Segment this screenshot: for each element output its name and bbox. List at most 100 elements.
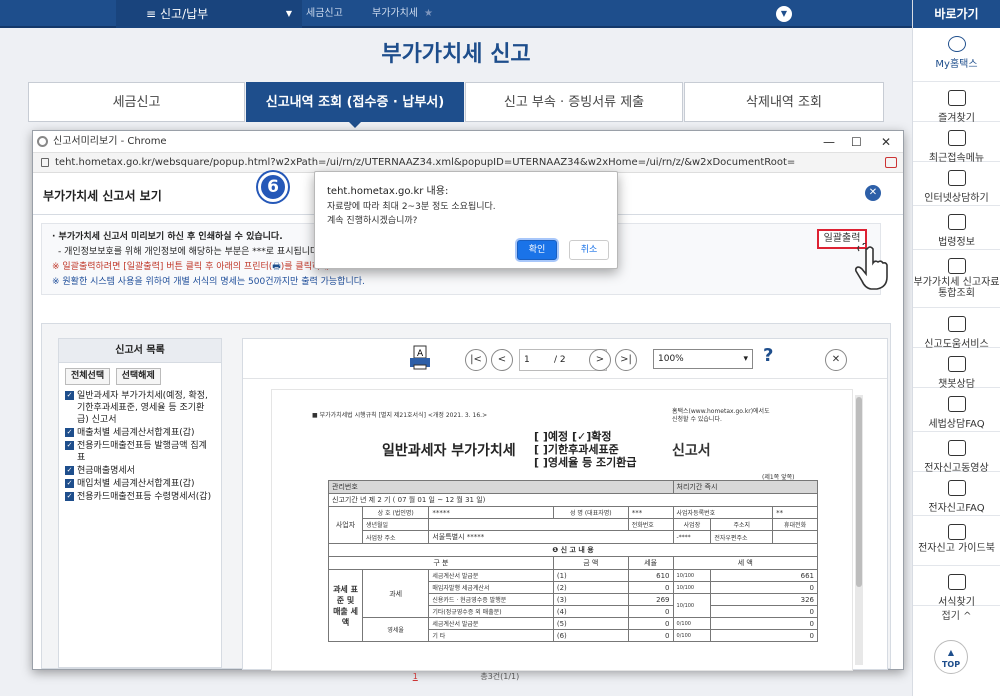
document-viewer: A |< < 1/ 2 > >| 100% ? ✕ ■ 부가가치세법 시행규칙 … — [242, 338, 888, 671]
popup-close-icon[interactable]: ✕ — [865, 185, 881, 201]
sidebar-item-tax-faq[interactable]: 세법상담FAQ — [913, 388, 1000, 432]
star-icon — [947, 90, 966, 106]
user-icon — [947, 36, 966, 52]
chat-bubble-icon — [947, 480, 966, 496]
popup-title: 부가가치세 신고서 보기 — [43, 189, 162, 203]
list-item[interactable]: ✓ 매입처별 세금계산서합계표(갑) — [59, 478, 221, 490]
prev-page-icon[interactable]: < — [491, 349, 513, 371]
checkbox-checked-icon[interactable]: ✓ — [65, 466, 74, 475]
form-list-panel: 신고서 목록 전체선택 선택해제 ✓ 일반과세자 부가가치세(예정, 확정, 기한… — [58, 338, 222, 668]
lock-icon — [41, 158, 49, 167]
recent-doc-icon — [947, 130, 966, 146]
list-item[interactable]: ✓ 전용카드매출전표등 수령명세서(갑) — [59, 491, 221, 503]
breadcrumb-item-1[interactable]: 세금신고 — [306, 0, 343, 28]
chevron-up-icon: ▲ — [947, 648, 955, 657]
viewer-scrollbar[interactable] — [855, 395, 863, 665]
form-title-right: 신고서 — [672, 443, 711, 459]
chatbot-icon — [947, 356, 966, 372]
dialog-message: 자료량에 따라 최대 2~3분 정도 소요됩니다. 계속 진행하시겠습니까? — [327, 202, 496, 226]
monitor-icon — [947, 170, 966, 186]
ok-button[interactable]: 확인 — [517, 240, 557, 260]
zoom-select[interactable]: 100% — [653, 349, 753, 369]
popup-blocked-icon[interactable] — [885, 157, 897, 168]
sidebar-item-online-consult[interactable]: 인터넷상담하기 — [913, 162, 1000, 206]
list-item[interactable]: ✓ 일반과세자 부가가치세(예정, 확정, 기한후과세표준, 영세율 등 조기환급… — [59, 390, 221, 426]
menu-select[interactable]: ≡ 신고/납부 ▼ — [116, 0, 302, 28]
sidebar-item-filing-video[interactable]: 전자신고동영상 — [913, 432, 1000, 474]
content-area: 신고서 목록 전체선택 선택해제 ✓ 일반과세자 부가가치세(예정, 확정, 기한… — [41, 323, 891, 671]
select-all-button[interactable]: 전체선택 — [65, 368, 111, 385]
chevron-down-icon[interactable]: ▼ — [776, 6, 792, 22]
first-page-icon[interactable]: |< — [465, 349, 487, 371]
document-icon — [947, 316, 966, 332]
cancel-button[interactable]: 취소 — [569, 240, 609, 260]
chat-bubble-icon — [947, 396, 966, 412]
left-background — [0, 28, 28, 696]
checkbox-checked-icon[interactable]: ✓ — [65, 428, 74, 437]
checkbox-checked-icon[interactable]: ✓ — [65, 492, 74, 501]
quick-links-header: 바로가기 — [913, 0, 1000, 28]
last-page-icon[interactable]: >| — [615, 349, 637, 371]
form-options: [ ]예정 [✓]확정 [ ]기한후과세표준 [ ]영세율 등 조기환급 — [534, 430, 637, 469]
deselect-button[interactable]: 선택해제 — [115, 368, 161, 385]
scrollbar-thumb[interactable] — [856, 397, 862, 587]
checkbox-checked-icon[interactable]: ✓ — [65, 441, 74, 450]
notice-line-4: ※ 원활한 시스템 사용을 위하여 개별 서식의 명세는 500건까지만 출력 … — [52, 277, 365, 287]
video-play-icon — [947, 440, 966, 456]
tab-attachments[interactable]: 신고 부속 · 증빙서류 제출 — [465, 82, 683, 122]
total-count: 총3건(1/1) — [480, 672, 520, 681]
window-title: 신고서미리보기 - Chrome — [53, 136, 167, 147]
form-list-title: 신고서 목록 — [59, 339, 221, 363]
sidebar-fold-button[interactable]: 접기 ^ — [913, 606, 1000, 628]
url-text: teht.hometax.go.kr/websquare/popup.html?… — [55, 157, 796, 168]
sidebar-item-filing-faq[interactable]: 전자신고FAQ — [913, 472, 1000, 516]
sidebar-item-vat-data[interactable]: 부가가치세 신고자료 통합조회 — [913, 250, 1000, 308]
confirm-dialog: teht.hometax.go.kr 내용: 자료량에 따라 최대 2~3분 정… — [314, 171, 618, 269]
tab-deleted-history[interactable]: 삭제내역 조회 — [684, 82, 884, 122]
sidebar-item-my-hometax[interactable]: My홈택스 — [913, 28, 1000, 82]
tab-filing-history[interactable]: 신고내역 조회 (접수증 · 납부서) — [246, 82, 464, 128]
page-link[interactable]: 1 — [413, 672, 418, 681]
address-bar[interactable]: teht.hometax.go.kr/websquare/popup.html?… — [33, 153, 903, 173]
menu-icon: ≡ — [146, 7, 157, 21]
star-icon[interactable]: ★ — [424, 0, 433, 28]
quick-links-sidebar: 바로가기 My홈택스 즐겨찾기 최근접속메뉴 인터넷상담하기 법령정보 부가가치… — [912, 0, 1000, 696]
sidebar-item-guidebook[interactable]: 전자신고 가이드북 — [913, 516, 1000, 566]
dialog-header: teht.hometax.go.kr 내용: — [327, 186, 449, 197]
printer-icon[interactable]: A — [409, 345, 431, 371]
sidebar-item-form-search[interactable]: 서식찾기 — [913, 566, 1000, 608]
scroll-top-button[interactable]: ▲ TOP — [934, 640, 968, 674]
tax-form-document: ■ 부가가치세법 시행규칙 [별지 제21호서식] <개정 2021. 3. 1… — [271, 389, 853, 671]
sidebar-item-chatbot[interactable]: 챗봇상담 — [913, 348, 1000, 390]
close-icon[interactable]: ✕ — [881, 131, 891, 153]
gavel-icon — [947, 214, 966, 230]
chrome-icon — [37, 136, 48, 147]
checkbox-checked-icon[interactable]: ✓ — [65, 391, 74, 400]
step-badge: 6 — [258, 172, 288, 202]
window-titlebar[interactable]: 신고서미리보기 - Chrome — ☐ ✕ — [33, 131, 903, 153]
breadcrumb-item-2[interactable]: 부가가치세 — [372, 0, 418, 28]
sidebar-item-recent[interactable]: 최근접속메뉴 — [913, 122, 1000, 164]
minimize-icon[interactable]: — — [823, 131, 835, 153]
sidebar-item-filing-help[interactable]: 신고도움서비스 — [913, 308, 1000, 350]
viewer-close-icon[interactable]: ✕ — [825, 349, 847, 371]
maximize-icon[interactable]: ☐ — [851, 131, 862, 153]
list-item[interactable]: ✓ 현금매출명세서 — [59, 465, 221, 477]
sidebar-item-favorites[interactable]: 즐겨찾기 — [913, 82, 1000, 124]
viewer-toolbar: A |< < 1/ 2 > >| 100% ? ✕ — [243, 339, 887, 379]
menu-label: 신고/납부 — [160, 7, 209, 21]
chevron-down-icon: ▼ — [285, 9, 292, 18]
law-reference: ■ 부가가치세법 시행규칙 [별지 제21호서식] <개정 2021. 3. 1… — [312, 412, 488, 419]
checkbox-checked-icon[interactable]: ✓ — [65, 479, 74, 488]
list-item[interactable]: ✓ 매출처별 세금계산서합계표(갑) — [59, 427, 221, 439]
sidebar-item-law-info[interactable]: 법령정보 — [913, 206, 1000, 250]
list-item[interactable]: ✓ 전용카드매출전표등 발행금액 집계표 — [59, 440, 221, 464]
book-icon — [947, 524, 966, 540]
form-title-left: 일반과세자 부가가치세 — [382, 443, 516, 459]
pointer-hand-icon — [854, 243, 888, 290]
tab-tax-filing[interactable]: 세금신고 — [28, 82, 245, 122]
tab-bar: 세금신고 신고내역 조회 (접수증 · 납부서) 신고 부속 · 증빙서류 제출… — [28, 82, 884, 128]
next-page-icon[interactable]: > — [589, 349, 611, 371]
help-icon[interactable]: ? — [763, 345, 773, 366]
top-navigation: ≡ 신고/납부 ▼ 세금신고 부가가치세 ★ ▼ — [0, 0, 912, 28]
